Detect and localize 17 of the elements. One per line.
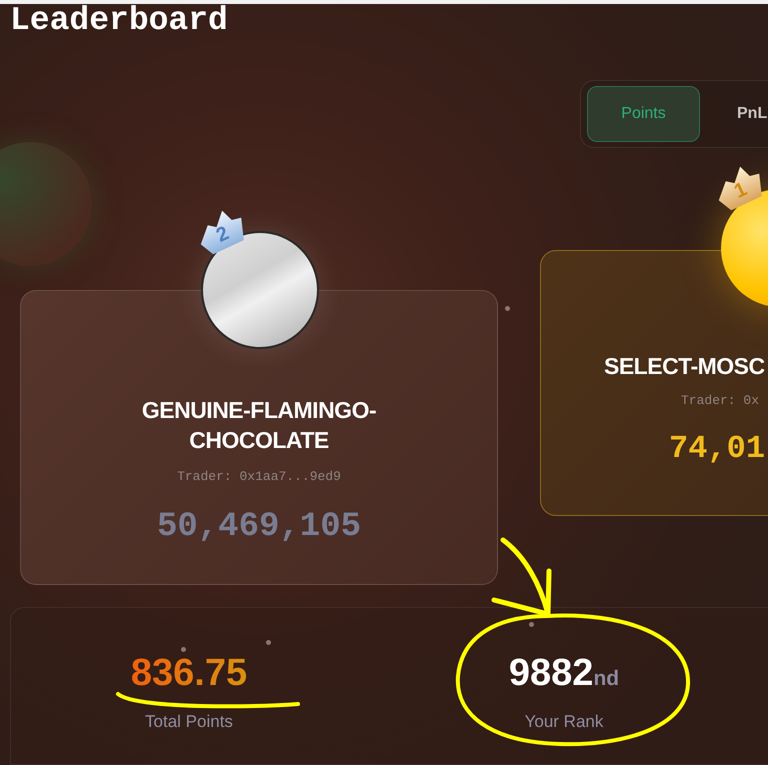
decor-dot (266, 640, 271, 645)
tab[interactable]: Points (587, 86, 700, 142)
tab[interactable]: PnL (700, 86, 768, 142)
points-value: 74,01 (668, 430, 766, 467)
decor-dot (181, 647, 186, 652)
rank-value: 9882 (508, 651, 594, 696)
rank-label: Your Rank (524, 712, 604, 732)
points-value: 50,469,105 (156, 508, 362, 546)
trader-address: Trader: 0x (680, 393, 760, 408)
trader-name: GENUINE-FLAMINGO-CHOCOLATE (140, 396, 378, 455)
total-points-label: Total Points (145, 712, 233, 732)
decor-dot (505, 306, 510, 311)
trader-address: Trader: 0x1aa7...9ed9 (177, 469, 341, 484)
trader-name: SELECT-MOSC (603, 352, 765, 381)
rank-suffix: nd (593, 667, 620, 691)
page-title: Leaderboard (9, 4, 229, 38)
decor-dot (529, 622, 534, 627)
